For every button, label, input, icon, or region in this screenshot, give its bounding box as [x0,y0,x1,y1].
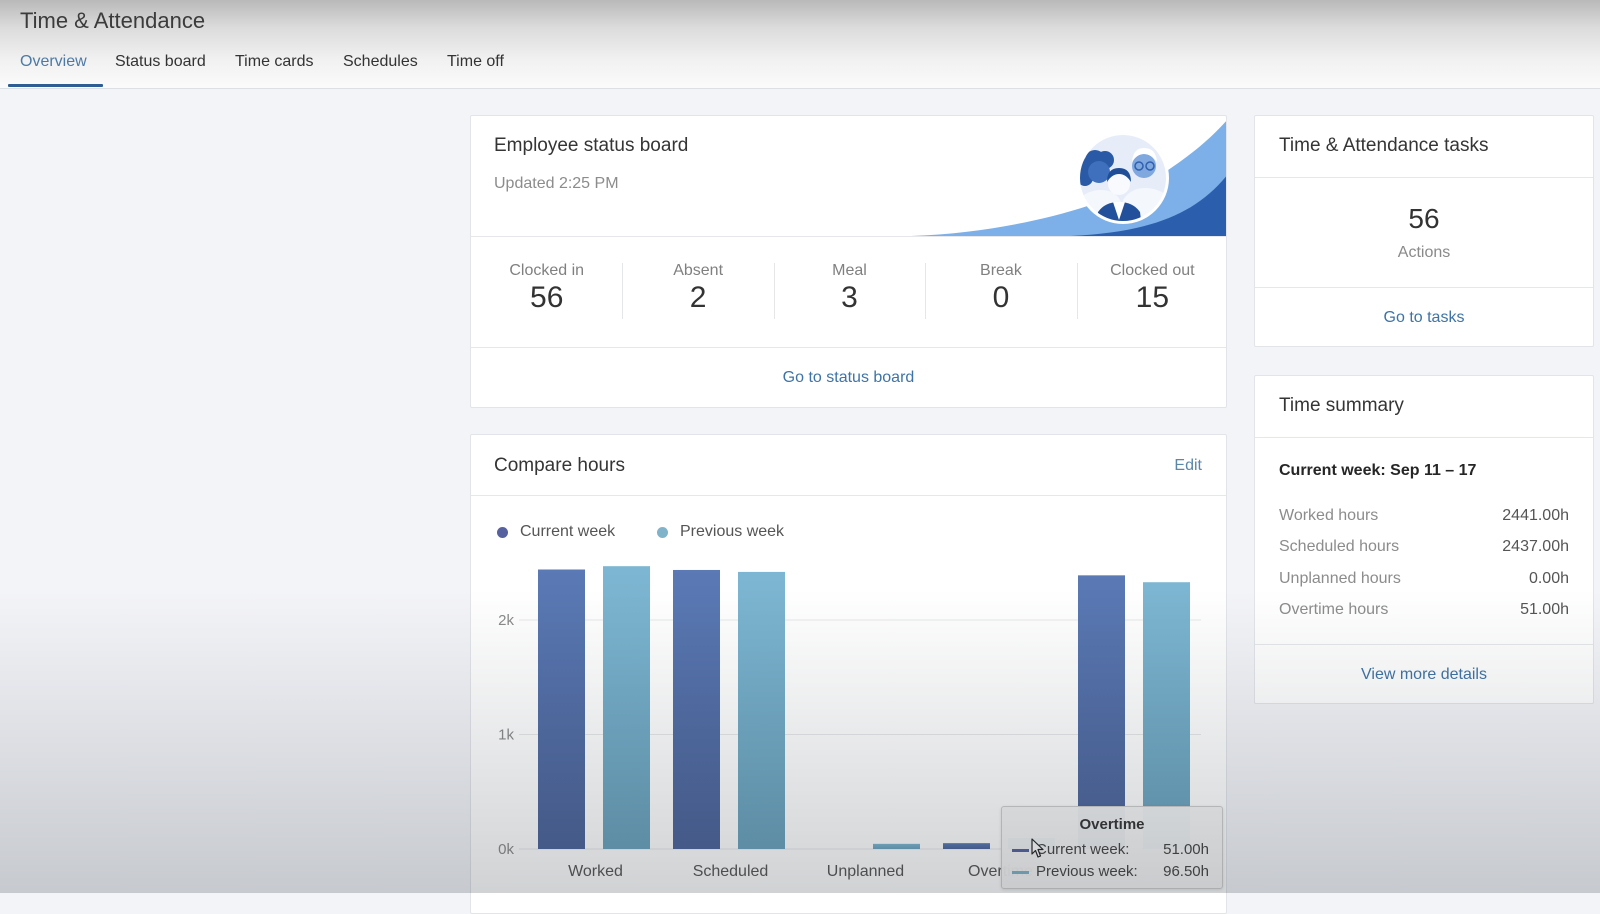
app-header: Time & Attendance Overview Status board … [0,0,1600,89]
status-board-title: Employee status board [494,135,689,156]
tasks-count-label: Actions [1397,244,1451,261]
tab-schedules[interactable]: Schedules [343,52,418,72]
tab-time-cards[interactable]: Time cards [235,52,314,72]
period-label: Current week: [1279,462,1386,479]
x-category-label: Unplanned [827,863,904,880]
divider [1255,177,1593,178]
tab-status-board[interactable]: Status board [115,52,206,72]
stat-break[interactable]: Break 0 [925,236,1076,347]
series-marker-icon [1012,849,1029,852]
summary-row-scheduled: Scheduled hours 2437.00h [1279,537,1569,557]
tooltip-label: Previous week: [1036,863,1138,880]
stat-value: 15 [1135,281,1170,314]
period-range: Sep 11 – 17 [1390,462,1477,479]
time-summary-title: Time summary [1279,395,1404,416]
tooltip-value: 96.50h [1163,863,1209,880]
active-tab-indicator [8,84,103,87]
summary-label: Scheduled hours [1279,538,1400,555]
view-more-details-link[interactable]: View more details [1361,665,1487,685]
y-tick-label: 2k [498,612,514,629]
compare-hours-card: Compare hours Edit Current week Previous… [470,434,1227,914]
go-to-tasks-link[interactable]: Go to tasks [1384,308,1465,328]
tooltip-row-previous-week: Previous week: 96.50h [1012,863,1209,881]
tasks-footer: Go to tasks [1255,288,1593,348]
tab-overview[interactable]: Overview [20,52,87,72]
time-summary-card: Time summary Current week: Sep 11 – 17 W… [1254,375,1594,704]
tooltip-value: 51.00h [1163,841,1209,858]
y-tick-label: 1k [498,727,514,744]
stat-label: Clocked in [509,262,585,279]
stat-label: Absent [673,262,724,279]
stat-value: 0 [992,281,1010,314]
summary-label: Worked hours [1279,507,1379,524]
go-to-status-board-link[interactable]: Go to status board [783,368,915,388]
y-tick-label: 0k [498,841,514,858]
stat-label: Clocked out [1110,262,1195,279]
x-category-label: Scheduled [693,863,769,880]
tasks-title: Time & Attendance tasks [1279,135,1489,156]
bar-previous-week-scheduled[interactable] [738,571,785,849]
summary-value: 2437.00h [1502,538,1569,555]
summary-label: Unplanned hours [1279,570,1401,587]
page-title: Time & Attendance [20,8,206,33]
tab-time-off[interactable]: Time off [447,52,504,72]
status-stats-row: Clocked in 56 Absent 2 Meal 3 Break 0 Cl… [471,236,1226,347]
x-category-label: Worked [568,863,623,880]
stat-clocked-out[interactable]: Clocked out 15 [1076,236,1226,347]
bar-previous-week-unplanned[interactable] [873,843,920,849]
tooltip-label: Current week: [1036,841,1130,858]
stat-value: 2 [689,281,707,314]
bar-current-week-worked[interactable] [538,569,585,849]
bar-current-week-overtime[interactable] [943,843,990,849]
tasks-count: 56 [1408,203,1440,234]
tooltip-title: Overtime [1079,816,1145,833]
bar-current-week-scheduled[interactable] [673,569,720,849]
last-updated-time: Updated 2:25 PM [494,175,619,192]
stat-label: Meal [832,262,867,279]
stat-clocked-in[interactable]: Clocked in 56 [471,236,622,347]
summary-value: 51.00h [1520,601,1569,618]
divider [1255,437,1593,438]
stat-value: 56 [530,281,564,314]
bar-previous-week-worked[interactable] [603,566,650,849]
summary-label: Overtime hours [1279,601,1389,618]
summary-value: 2441.00h [1502,507,1569,524]
stat-value: 3 [841,281,858,314]
series-marker-icon [1012,871,1029,874]
stat-meal[interactable]: Meal 3 [773,236,925,347]
stat-absent[interactable]: Absent 2 [622,236,773,347]
tasks-card: Time & Attendance tasks 56 Actions Go to… [1254,115,1594,347]
time-summary-footer: View more details [1255,645,1593,705]
mouse-cursor-icon [1031,838,1044,858]
summary-row-worked: Worked hours 2441.00h [1279,506,1569,526]
employee-status-board-card: Employee status board Updated 2:25 PM Cl… [470,115,1227,408]
summary-value: 0.00h [1528,570,1569,587]
stat-label: Break [980,262,1022,279]
summary-row-overtime: Overtime hours 51.00h [1279,600,1569,620]
status-board-footer: Go to status board [471,347,1226,407]
summary-row-unplanned: Unplanned hours 0.00h [1279,569,1569,589]
current-week-period: Current week: Sep 11 – 17 [1279,461,1476,481]
